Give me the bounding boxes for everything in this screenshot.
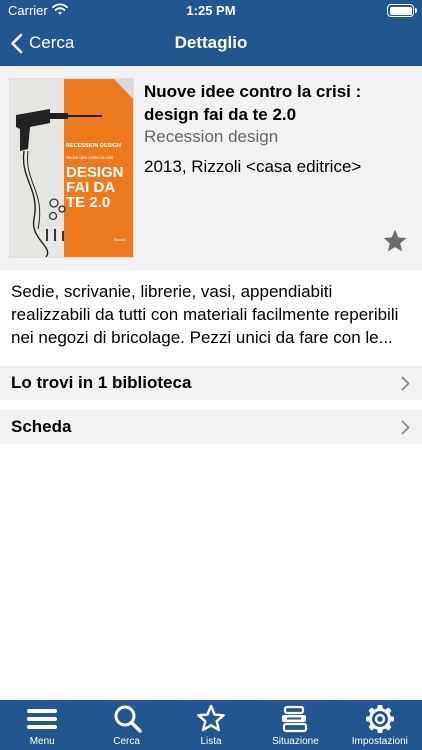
tab-list[interactable]: Lista [169, 700, 253, 750]
chevron-left-icon [11, 33, 23, 53]
libraries-row[interactable]: Lo trovi in 1 biblioteca [0, 366, 422, 400]
star-outline-icon [197, 704, 225, 732]
star-icon [383, 229, 407, 252]
record-row-label: Scheda [11, 417, 72, 436]
favorite-star-button[interactable] [382, 228, 408, 254]
book-title: Nuove idee contro la crisi : design fai … [144, 82, 362, 124]
tab-bar: Menu Cerca Lista Situazione Impostazioni [0, 700, 422, 750]
book-description: Sedie, scrivanie, librerie, vasi, append… [11, 282, 399, 347]
tab-status-label: Situazione [272, 736, 319, 747]
back-button[interactable]: Cerca [10, 20, 74, 66]
cover-series: RECESSION DESIGN [66, 143, 121, 149]
book-subtitle: Recession design [144, 127, 279, 146]
book-publication: 2013, Rizzoli <casa editrice> [144, 157, 362, 176]
navigation-bar: Cerca Dettaglio [0, 20, 422, 66]
status-bar: Carrier 1:25 PM [0, 0, 422, 20]
battery-icon [387, 4, 417, 17]
tab-status[interactable]: Situazione [253, 700, 337, 750]
gear-icon [365, 705, 394, 733]
tab-menu[interactable]: Menu [0, 700, 84, 750]
record-row[interactable]: Scheda [0, 410, 422, 444]
libraries-row-label: Lo trovi in 1 biblioteca [11, 373, 192, 392]
cover-title-line-3: TE 2.0 [66, 194, 110, 211]
cover-tagline: Nuove idee contro la crisi [66, 155, 113, 160]
chevron-right-icon [401, 376, 410, 391]
tab-search-label: Cerca [113, 736, 140, 747]
tab-menu-label: Menu [29, 736, 55, 747]
tab-list-label: Lista [200, 736, 222, 747]
back-button-label: Cerca [29, 33, 75, 52]
book-card: RECESSION DESIGN Nuove idee contro la cr… [0, 66, 422, 270]
clock: 1:25 PM [186, 3, 236, 18]
book-cover-image: RECESSION DESIGN Nuove idee contro la cr… [10, 79, 133, 257]
menu-icon [27, 709, 58, 729]
tab-settings-label: Impostazioni [351, 736, 408, 747]
search-icon [114, 705, 142, 733]
tab-settings[interactable]: Impostazioni [338, 700, 422, 750]
chevron-right-icon [401, 420, 410, 435]
tab-search[interactable]: Cerca [84, 700, 168, 750]
cover-publisher: Rizzoli [114, 237, 126, 242]
books-icon [282, 705, 308, 733]
